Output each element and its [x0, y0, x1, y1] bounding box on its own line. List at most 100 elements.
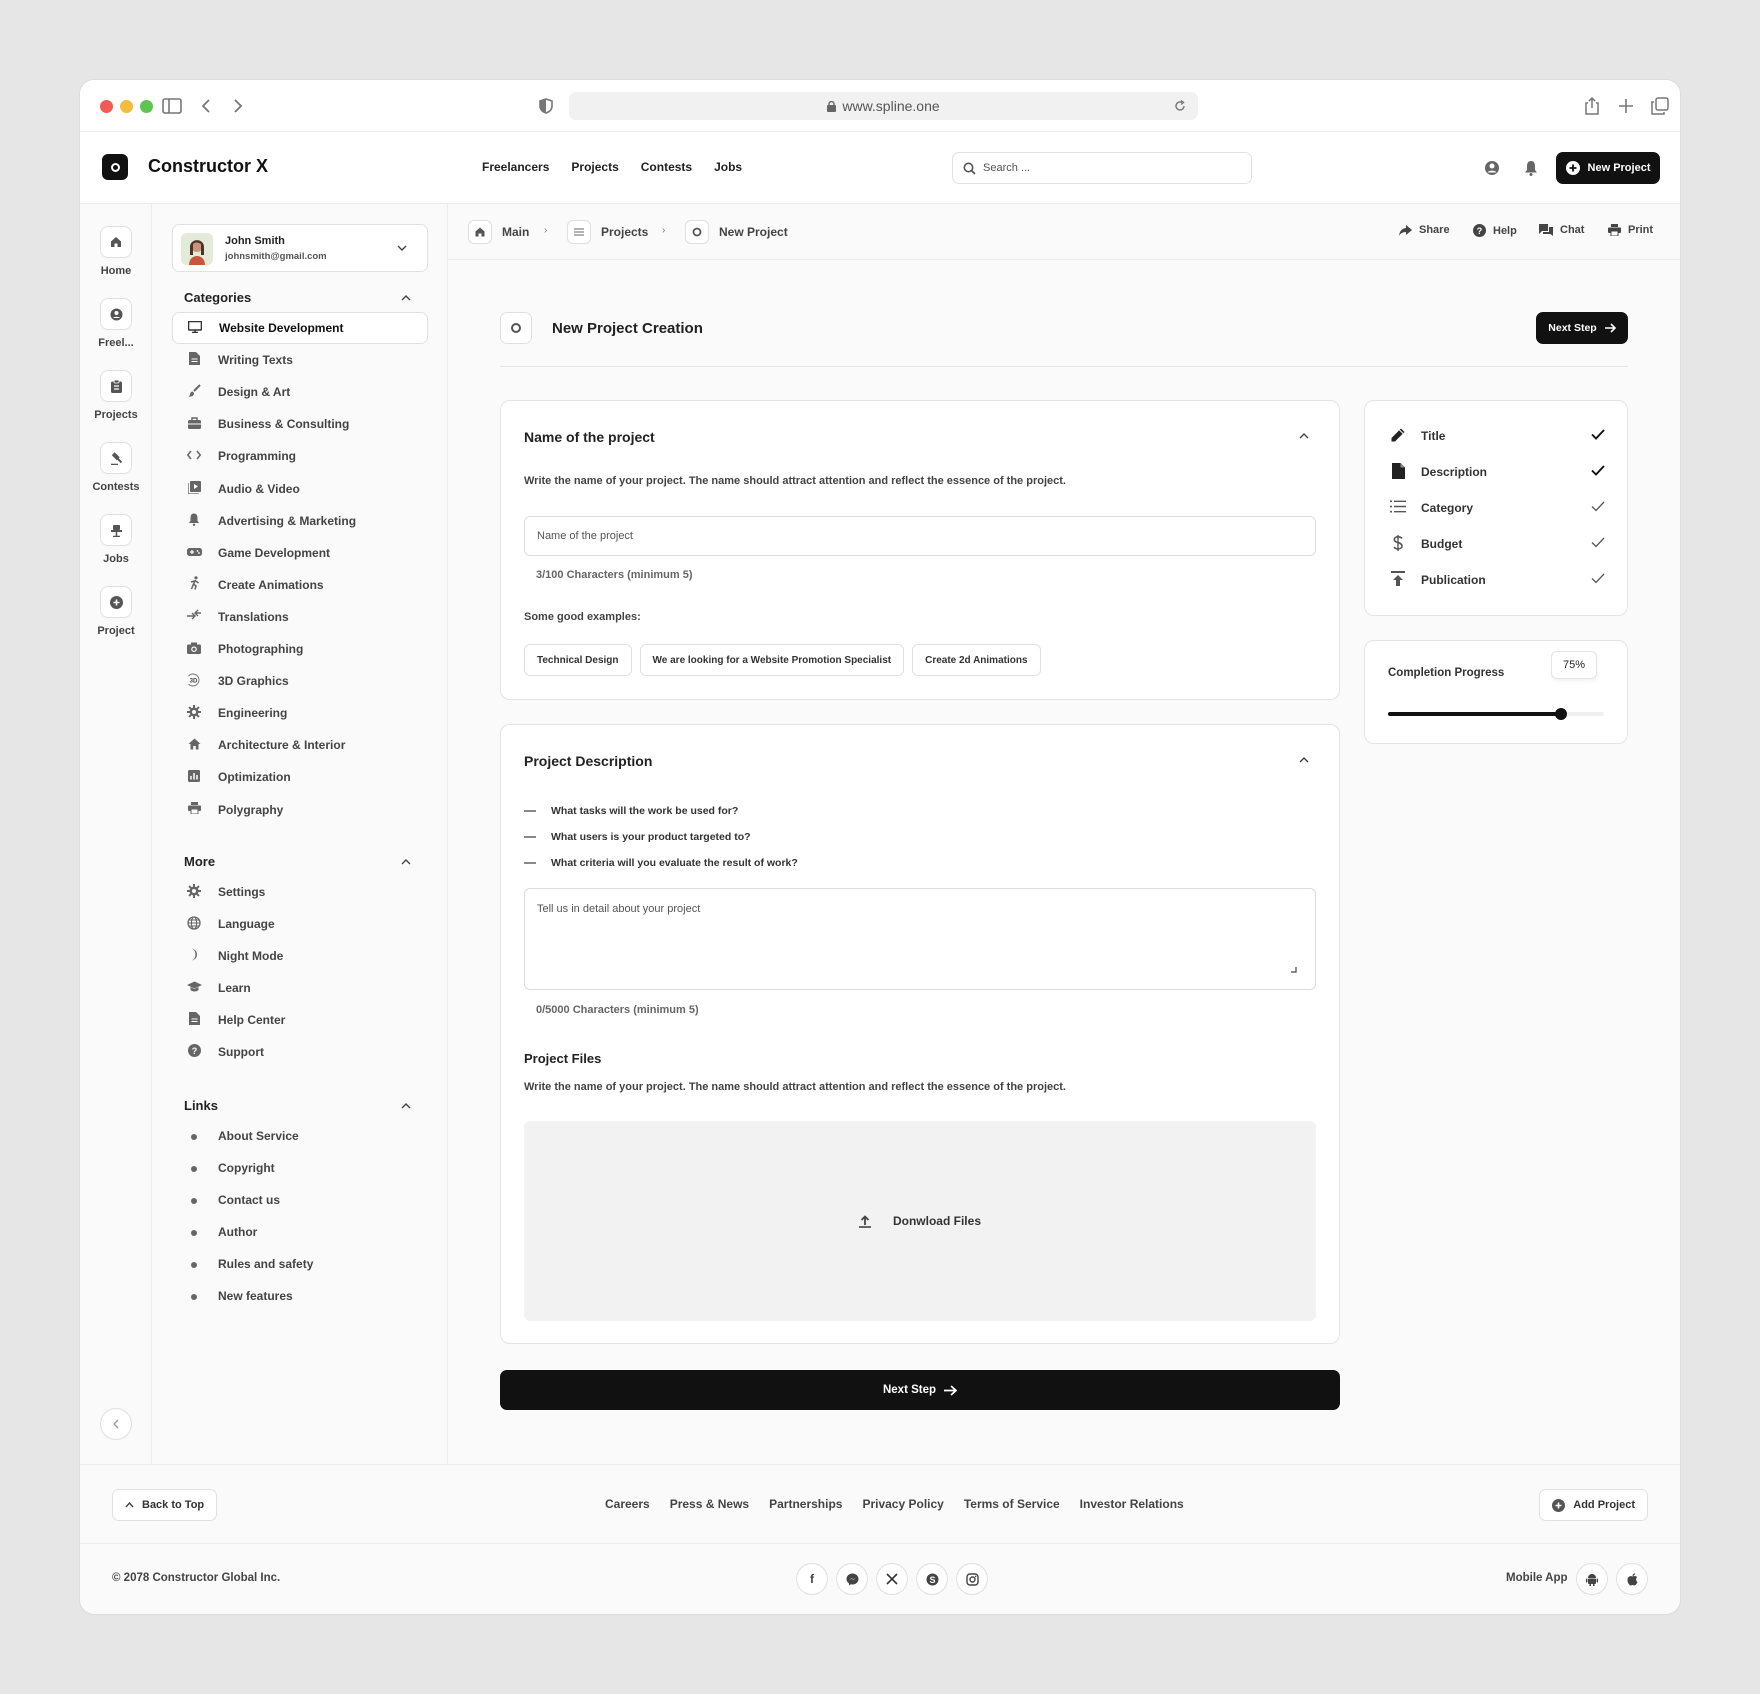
collapse-sidebar-button[interactable]	[100, 1408, 132, 1440]
help-button[interactable]: ? Help	[1473, 224, 1517, 237]
rail-item-projects[interactable]: Projects	[80, 370, 152, 421]
maximize-window-button[interactable]	[140, 100, 153, 113]
apple-icon[interactable]	[1616, 1563, 1648, 1595]
minimize-window-button[interactable]	[120, 100, 133, 113]
forward-icon[interactable]	[226, 94, 250, 118]
sidebar-item-author[interactable]: Author	[172, 1216, 428, 1248]
sidebar-item-night-mode[interactable]: Night Mode	[172, 940, 428, 972]
user-switcher[interactable]: John Smith johnsmith@gmail.com	[172, 224, 428, 272]
sidebar-item-writing-texts[interactable]: Writing Texts	[172, 344, 428, 376]
sidebar-item-create-animations[interactable]: Create Animations	[172, 569, 428, 601]
close-window-button[interactable]	[100, 100, 113, 113]
search-input[interactable]: Search ...	[952, 152, 1252, 184]
print-button[interactable]: Print	[1608, 224, 1653, 236]
sidebar-item-translations[interactable]: Translations	[172, 601, 428, 633]
account-icon[interactable]	[1484, 160, 1500, 179]
chevron-up-icon[interactable]	[1299, 757, 1309, 763]
footer-link[interactable]: Investor Relations	[1080, 1497, 1184, 1511]
sidebar-item-copyright[interactable]: Copyright	[172, 1152, 428, 1184]
address-bar[interactable]: www.spline.one	[569, 92, 1198, 120]
checklist-item-description[interactable]: Description	[1389, 462, 1605, 482]
share-icon[interactable]	[1580, 94, 1604, 118]
rail-item-home[interactable]: Home	[80, 226, 152, 277]
sidebar-item-programming[interactable]: Programming	[172, 440, 428, 472]
breadcrumb-projects[interactable]: Projects	[567, 220, 648, 244]
sidebar-item-3d-graphics[interactable]: 3D 3D Graphics	[172, 665, 428, 697]
chevron-up-icon[interactable]	[1299, 433, 1309, 439]
project-name-input[interactable]: Name of the project	[524, 516, 1316, 556]
messenger-icon[interactable]	[836, 1563, 868, 1595]
back-icon[interactable]	[194, 94, 218, 118]
sidebar-item-design-art[interactable]: Design & Art	[172, 376, 428, 408]
description-textarea[interactable]: Tell us in detail about your project	[524, 888, 1316, 990]
sidebar-item-about-service[interactable]: About Service	[172, 1120, 428, 1152]
rail-item-contests[interactable]: Contests	[80, 442, 152, 493]
sidebar-item-engineering[interactable]: Engineering	[172, 697, 428, 729]
notification-bell-icon[interactable]	[1524, 160, 1538, 179]
chevron-up-icon[interactable]	[401, 1103, 411, 1109]
x-icon[interactable]	[876, 1563, 908, 1595]
sidebar-item-advertising-marketing[interactable]: Advertising & Marketing	[172, 505, 428, 537]
sidebar-item-new-features[interactable]: New features	[172, 1280, 428, 1312]
sidebar-toggle-icon[interactable]	[160, 94, 184, 118]
chevron-up-icon[interactable]	[401, 295, 411, 301]
progress-slider[interactable]	[1388, 708, 1604, 720]
sidebar-item-photographing[interactable]: Photographing	[172, 633, 428, 665]
example-chip[interactable]: Create 2d Animations	[912, 644, 1041, 676]
footer-link[interactable]: Terms of Service	[964, 1497, 1060, 1511]
sidebar-item-audio-video[interactable]: Audio & Video	[172, 473, 428, 505]
rail-item-freelancers[interactable]: Freel...	[80, 298, 152, 349]
nav-contests[interactable]: Contests	[641, 160, 692, 174]
tabs-overview-icon[interactable]	[1648, 94, 1672, 118]
example-chip[interactable]: Technical Design	[524, 644, 632, 676]
sidebar-item-polygraphy[interactable]: Polygraphy	[172, 794, 428, 826]
add-project-button[interactable]: Add Project	[1539, 1489, 1648, 1521]
checklist-item-publication[interactable]: Publication	[1389, 570, 1605, 590]
back-to-top-button[interactable]: Back to Top	[112, 1489, 218, 1521]
logo-icon[interactable]	[102, 154, 128, 180]
nav-projects[interactable]: Projects	[571, 160, 618, 174]
resize-handle-icon[interactable]	[1291, 967, 1297, 973]
sidebar-item-architecture-interior[interactable]: Architecture & Interior	[172, 729, 428, 761]
sidebar-item-contact-us[interactable]: Contact us	[172, 1184, 428, 1216]
rail-item-project[interactable]: Project	[80, 586, 152, 637]
sidebar-item-language[interactable]: Language	[172, 908, 428, 940]
file-upload-dropzone[interactable]: Donwload Files	[524, 1121, 1316, 1321]
next-step-button[interactable]: Next Step	[1536, 312, 1628, 344]
next-step-button-bottom[interactable]: Next Step	[500, 1370, 1340, 1410]
svg-text:?: ?	[1477, 226, 1483, 236]
breadcrumb-main[interactable]: Main	[468, 220, 529, 244]
instagram-icon[interactable]	[956, 1563, 988, 1595]
breadcrumb-new-project[interactable]: New Project	[685, 220, 788, 244]
rail-item-jobs[interactable]: Jobs	[80, 514, 152, 565]
sidebar-item-settings[interactable]: Settings	[172, 876, 428, 908]
footer-link[interactable]: Press & News	[670, 1497, 749, 1511]
sidebar-item-optimization[interactable]: Optimization	[172, 761, 428, 793]
share-button[interactable]: Share	[1399, 224, 1450, 236]
checklist-item-budget[interactable]: Budget	[1389, 534, 1605, 554]
sidebar-item-website-development[interactable]: Website Development	[172, 312, 428, 344]
skype-icon[interactable]: S	[916, 1563, 948, 1595]
example-chip[interactable]: We are looking for a Website Promotion S…	[639, 644, 905, 676]
nav-jobs[interactable]: Jobs	[714, 160, 742, 174]
footer-link[interactable]: Careers	[605, 1497, 650, 1511]
checklist-item-category[interactable]: Category	[1389, 498, 1605, 518]
facebook-icon[interactable]: f	[796, 1563, 828, 1595]
footer-link[interactable]: Privacy Policy	[862, 1497, 943, 1511]
sidebar-item-help-center[interactable]: Help Center	[172, 1004, 428, 1036]
chevron-up-icon[interactable]	[401, 859, 411, 865]
sidebar-item-rules-and-safety[interactable]: Rules and safety	[172, 1248, 428, 1280]
new-project-button[interactable]: New Project	[1556, 152, 1660, 184]
sidebar-item-support[interactable]: ? Support	[172, 1036, 428, 1068]
sidebar-item-game-development[interactable]: Game Development	[172, 537, 428, 569]
reload-icon[interactable]	[1174, 100, 1186, 112]
android-icon[interactable]	[1576, 1563, 1608, 1595]
footer-link[interactable]: Partnerships	[769, 1497, 842, 1511]
checklist-item-title[interactable]: Title	[1389, 426, 1605, 446]
chat-button[interactable]: Chat	[1539, 224, 1584, 236]
sidebar-item-learn[interactable]: Learn	[172, 972, 428, 1004]
progress-thumb[interactable]	[1554, 708, 1567, 720]
nav-freelancers[interactable]: Freelancers	[482, 160, 549, 174]
sidebar-item-business-consulting[interactable]: Business & Consulting	[172, 408, 428, 440]
new-tab-icon[interactable]	[1614, 94, 1638, 118]
